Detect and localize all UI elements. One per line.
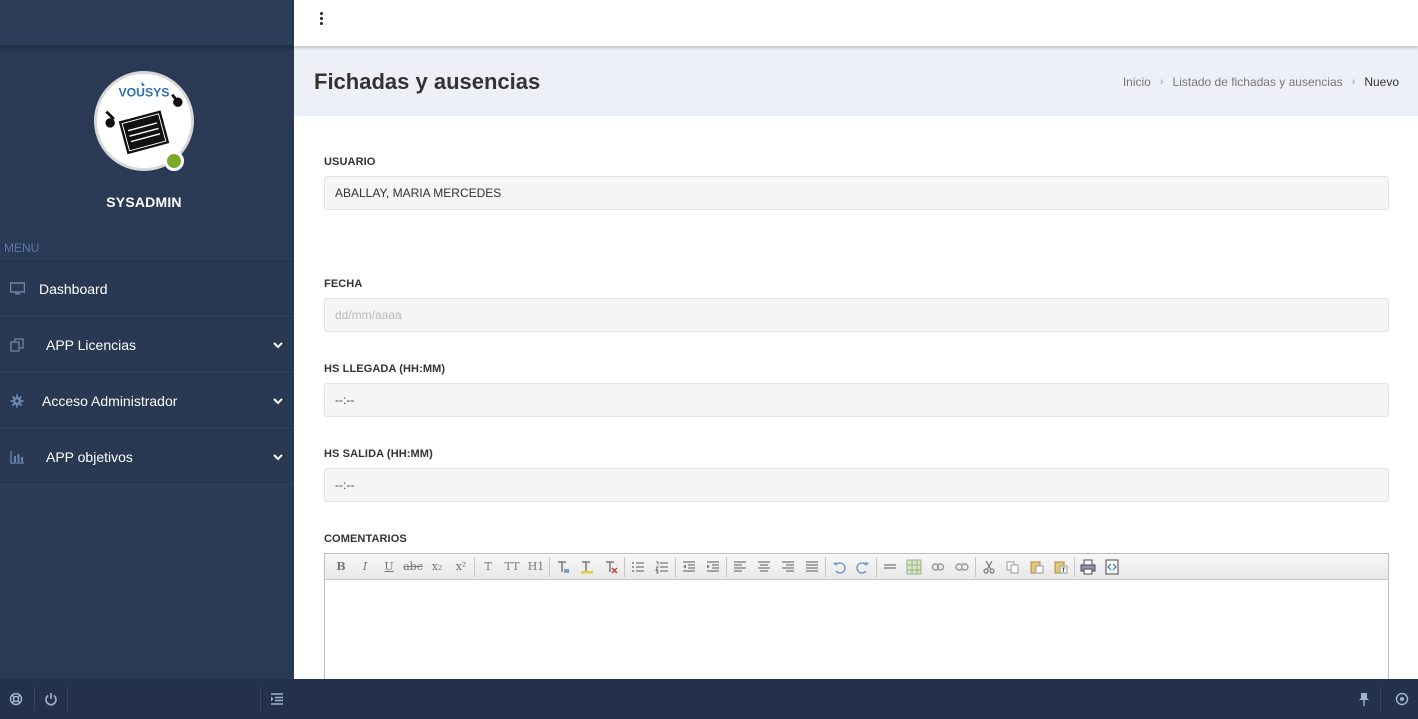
monitor-icon	[9, 282, 25, 298]
undo-icon[interactable]	[827, 556, 851, 578]
chevron-right-icon: ›	[1159, 76, 1164, 88]
font-family-button[interactable]: T	[476, 556, 500, 578]
gear-icon	[9, 394, 25, 410]
menu-section-label: MENU	[4, 241, 40, 255]
usuario-label: USUARIO	[324, 156, 376, 168]
toolbar-separator	[825, 556, 826, 577]
numbered-list-icon[interactable]	[650, 556, 674, 578]
table-icon[interactable]	[902, 556, 926, 578]
cut-icon[interactable]	[977, 556, 1001, 578]
chevron-down-icon	[272, 393, 284, 409]
horizontal-rule-icon[interactable]	[878, 556, 902, 578]
breadcrumb: Inicio › Listado de fichadas y ausencias…	[1123, 75, 1399, 89]
strikethrough-button[interactable]: abc	[401, 556, 425, 578]
bottom-bar	[0, 679, 1418, 719]
usuario-field[interactable]	[324, 176, 1389, 210]
fecha-field[interactable]	[324, 298, 1389, 332]
highlight-icon[interactable]	[575, 556, 599, 578]
sidebar-item-label: Dashboard	[39, 281, 108, 297]
llegada-label: HS LLEGADA (HH:MM)	[324, 363, 446, 375]
link-icon[interactable]	[926, 556, 950, 578]
print-icon[interactable]	[1076, 556, 1100, 578]
toolbar-separator	[726, 556, 727, 577]
sidebar-item-acceso-administrador[interactable]: Acceso Administrador	[0, 373, 294, 429]
unlink-icon[interactable]	[950, 556, 974, 578]
font-size-button[interactable]: TT	[500, 556, 524, 578]
salida-time-field[interactable]	[324, 468, 1389, 502]
align-justify-icon[interactable]	[800, 556, 824, 578]
clear-format-icon[interactable]	[599, 556, 623, 578]
align-center-icon[interactable]	[752, 556, 776, 578]
sidebar-item-label: APP objetivos	[46, 449, 133, 465]
fecha-label: FECHA	[324, 278, 363, 290]
align-left-icon[interactable]	[728, 556, 752, 578]
toolbar-separator	[975, 556, 976, 577]
toolbar-separator	[624, 556, 625, 577]
topbar	[294, 0, 1418, 46]
target-icon[interactable]	[1386, 679, 1418, 719]
online-status-indicator	[164, 151, 184, 171]
heading-button[interactable]: H1	[524, 556, 548, 578]
underline-button[interactable]: U	[377, 556, 401, 578]
comentarios-label: COMENTARIOS	[324, 533, 407, 545]
toolbar-separator	[876, 556, 877, 577]
toggle-sidebar-icon[interactable]	[261, 679, 293, 719]
breadcrumb-list-link[interactable]: Listado de fichadas y ausencias	[1173, 75, 1343, 89]
sidebar-item-label: Acceso Administrador	[42, 393, 178, 409]
help-icon[interactable]	[0, 679, 32, 719]
redo-icon[interactable]	[851, 556, 875, 578]
paste-text-icon[interactable]	[1049, 556, 1073, 578]
bold-button[interactable]: B	[329, 556, 353, 578]
sidebar-top-bar	[0, 0, 294, 46]
subscript-button[interactable]: x₂	[425, 556, 449, 578]
editor-toolbar: B I U abc x₂ x² T TT H1	[325, 554, 1388, 580]
text-style-icon[interactable]	[551, 556, 575, 578]
chevron-down-icon	[272, 449, 284, 465]
align-right-icon[interactable]	[776, 556, 800, 578]
copy-icon	[9, 338, 25, 354]
comentarios-editor: B I U abc x₂ x² T TT H1	[324, 553, 1389, 683]
breadcrumb-current: Nuevo	[1364, 75, 1399, 89]
paste-icon[interactable]	[1025, 556, 1049, 578]
copy-icon[interactable]	[1001, 556, 1025, 578]
llegada-time-field[interactable]	[324, 383, 1389, 417]
bottom-bar-separator	[67, 687, 68, 711]
outdent-icon[interactable]	[677, 556, 701, 578]
user-profile: VOUSYS SYSADMIN	[0, 46, 294, 221]
superscript-button[interactable]: x²	[449, 556, 473, 578]
toolbar-separator	[474, 556, 475, 577]
sidebar: VOUSYS SYSADMIN MENU Dashboard APP Licen…	[0, 0, 294, 679]
toolbar-separator	[1074, 556, 1075, 577]
sidebar-item-app-licencias[interactable]: APP Licencias	[0, 317, 294, 373]
italic-button[interactable]: I	[353, 556, 377, 578]
comentarios-textarea[interactable]	[325, 580, 1388, 682]
page-title: Fichadas y ausencias	[314, 69, 541, 94]
indent-icon[interactable]	[701, 556, 725, 578]
toolbar-separator	[549, 556, 550, 577]
sidebar-item-label: APP Licencias	[46, 337, 137, 353]
avatar-brand-text: VOUSYS	[119, 86, 170, 100]
source-code-icon[interactable]	[1100, 556, 1124, 578]
pin-icon[interactable]	[1348, 679, 1380, 719]
breadcrumb-home-link[interactable]: Inicio	[1123, 75, 1151, 89]
username: SYSADMIN	[106, 194, 182, 210]
more-options-icon[interactable]	[316, 11, 326, 27]
power-icon[interactable]	[35, 679, 67, 719]
bullet-list-icon[interactable]	[626, 556, 650, 578]
chevron-down-icon	[272, 337, 284, 353]
salida-label: HS SALIDA (HH:MM)	[324, 448, 433, 460]
bottom-bar-separator	[1380, 687, 1381, 711]
sidebar-item-dashboard[interactable]: Dashboard	[0, 261, 294, 317]
chevron-right-icon: ›	[1351, 76, 1356, 88]
sidebar-item-app-objetivos[interactable]: APP objetivos	[0, 429, 294, 485]
bar-chart-icon	[9, 450, 25, 466]
page-header: Fichadas y ausencias Inicio › Listado de…	[294, 46, 1418, 116]
toolbar-separator	[675, 556, 676, 577]
